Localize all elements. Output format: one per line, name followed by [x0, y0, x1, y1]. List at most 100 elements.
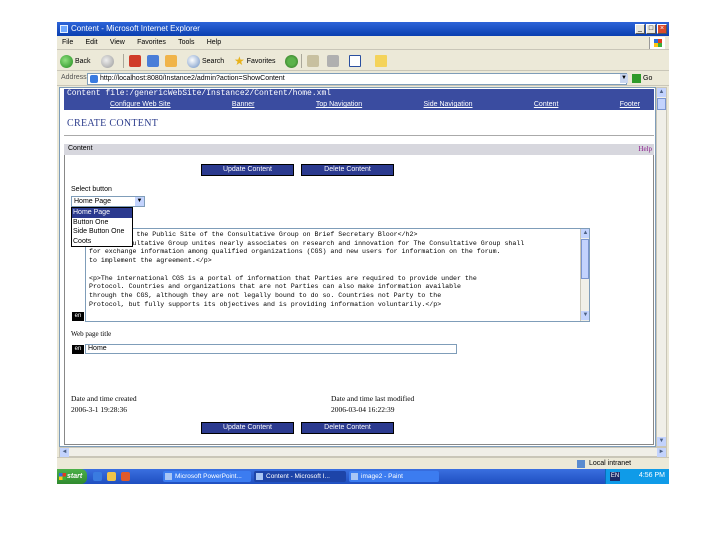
language-badge: en [72, 345, 84, 354]
toolbar-separator [301, 54, 302, 68]
forward-arrow-icon [101, 54, 114, 68]
refresh-button[interactable] [147, 54, 161, 68]
window-title-bar[interactable]: Content - Microsoft Internet Explorer _ … [57, 22, 669, 36]
go-button[interactable]: Go [632, 74, 652, 83]
select-option-coots[interactable]: Coots [72, 237, 132, 247]
content-editor[interactable]: on the Public Site of the Consultative G… [85, 228, 590, 322]
delete-content-button[interactable]: Delete Content [301, 164, 394, 176]
update-content-button[interactable]: Update Content [201, 164, 294, 176]
back-button[interactable]: Back [60, 54, 91, 68]
back-label: Back [75, 57, 91, 65]
stop-button[interactable] [129, 54, 143, 68]
chevron-down-icon[interactable]: ▼ [135, 197, 144, 206]
history-button[interactable] [285, 54, 300, 68]
close-button[interactable]: × [657, 24, 667, 34]
scroll-up-icon[interactable]: ▲ [657, 88, 666, 97]
task-ie-content[interactable]: Content - Microsoft I... [254, 471, 346, 482]
task-paint[interactable]: image2 - Paint [349, 471, 439, 482]
edit-word-button[interactable] [349, 54, 363, 68]
section-label: Content [68, 145, 93, 152]
menu-tools[interactable]: Tools [173, 36, 199, 50]
address-url: http://localhost:8080/Instance2/admin?ac… [100, 75, 285, 82]
toolbar-separator [123, 54, 124, 68]
button-select[interactable]: Home Page ▼ [71, 196, 145, 207]
content-file-path: Content file:/genericWebSite/Instance2/C… [64, 89, 654, 99]
delete-content-button-bottom[interactable]: Delete Content [301, 422, 394, 434]
paint-icon [351, 473, 358, 480]
favorites-button[interactable]: ★ Favorites [234, 54, 276, 68]
desktop-screen: Content - Microsoft Internet Explorer _ … [57, 22, 669, 484]
scroll-thumb[interactable] [657, 98, 666, 110]
minimize-button[interactable]: _ [635, 24, 645, 34]
help-link[interactable]: Help [638, 145, 652, 153]
menu-edit[interactable]: Edit [81, 36, 103, 50]
start-label: start [67, 473, 83, 480]
page-vertical-scrollbar[interactable]: ▲ ▼ [656, 87, 667, 447]
nav-configure-web-site[interactable]: Configure Web Site [110, 99, 171, 110]
refresh-icon [147, 55, 159, 67]
stop-icon [129, 55, 141, 67]
webpage-title-input[interactable]: Home [85, 344, 457, 354]
address-input[interactable]: http://localhost:8080/Instance2/admin?ac… [87, 73, 627, 85]
admin-nav: Configure Web Site Banner Top Navigation… [64, 99, 654, 110]
select-option-home-page[interactable]: Home Page [72, 208, 132, 218]
select-button-label: Select button [71, 186, 112, 193]
menu-file[interactable]: File [57, 36, 78, 50]
clock[interactable]: 4:56 PM [639, 472, 665, 479]
scroll-down-icon[interactable]: ▼ [657, 437, 666, 446]
security-zone: Local intranet [589, 460, 632, 467]
button-select-options: Home Page Button One Side Button One Coo… [71, 207, 133, 247]
star-icon: ★ [234, 54, 245, 68]
menu-bar: File Edit View Favorites Tools Help [57, 36, 669, 50]
content-editor-text: on the Public Site of the Consultative G… [89, 231, 525, 308]
window-title: Content - Microsoft Internet Explorer [71, 24, 200, 33]
scroll-down-icon[interactable]: ▼ [581, 311, 589, 320]
start-button[interactable]: start [57, 469, 87, 484]
status-bar: Local intranet [57, 457, 669, 469]
menu-help[interactable]: Help [202, 36, 226, 50]
section-header: Content Help [64, 144, 654, 155]
nav-footer[interactable]: Footer [620, 99, 640, 110]
task-label: Content - Microsoft I... [266, 473, 330, 480]
mail-button[interactable] [307, 54, 321, 68]
windows-logo-icon [649, 37, 665, 49]
nav-side-navigation[interactable]: Side Navigation [424, 99, 473, 110]
menu-view[interactable]: View [105, 36, 130, 50]
desktop-quicklaunch-icon[interactable] [107, 472, 116, 481]
nav-top-navigation[interactable]: Top Navigation [316, 99, 362, 110]
scroll-up-icon[interactable]: ▲ [581, 229, 589, 238]
print-button[interactable] [327, 54, 341, 68]
folder-button[interactable] [375, 54, 389, 68]
scroll-right-icon[interactable]: ► [657, 448, 666, 457]
ie-icon [256, 473, 263, 480]
mail-icon [307, 55, 319, 67]
button-select-value: Home Page [74, 198, 111, 205]
maximize-button[interactable]: □ [646, 24, 656, 34]
search-label: Search [202, 57, 225, 65]
update-content-button-bottom[interactable]: Update Content [201, 422, 294, 434]
go-arrow-icon [632, 74, 641, 83]
page-horizontal-scrollbar[interactable]: ◄ ► [59, 447, 667, 457]
select-option-button-one[interactable]: Button One [72, 218, 132, 228]
forward-button[interactable] [101, 54, 116, 68]
address-label: Address [61, 74, 87, 81]
nav-content[interactable]: Content [534, 99, 559, 110]
folder-icon [375, 55, 387, 67]
task-powerpoint[interactable]: Microsoft PowerPoint... [163, 471, 251, 482]
page-viewport: Content file:/genericWebSite/Instance2/C… [59, 87, 656, 447]
media-quicklaunch-icon[interactable] [121, 472, 130, 481]
content-form: Update Content Delete Content Select but… [64, 155, 654, 445]
scroll-thumb[interactable] [581, 239, 589, 279]
select-option-side-button-one[interactable]: Side Button One [72, 227, 132, 237]
scroll-left-icon[interactable]: ◄ [60, 448, 69, 457]
search-button[interactable]: Search [187, 54, 224, 68]
ie-quicklaunch-icon[interactable] [93, 472, 102, 481]
nav-banner[interactable]: Banner [232, 99, 255, 110]
standard-toolbar: Back Search ★ Favorites [57, 51, 669, 71]
editor-scrollbar[interactable]: ▲ ▼ [580, 229, 589, 321]
home-button[interactable] [165, 54, 179, 68]
address-dropdown-icon[interactable]: ▼ [620, 74, 628, 83]
menu-favorites[interactable]: Favorites [132, 36, 171, 50]
language-indicator[interactable]: EN [610, 472, 620, 481]
webpage-title-label: Web page title [71, 330, 112, 338]
